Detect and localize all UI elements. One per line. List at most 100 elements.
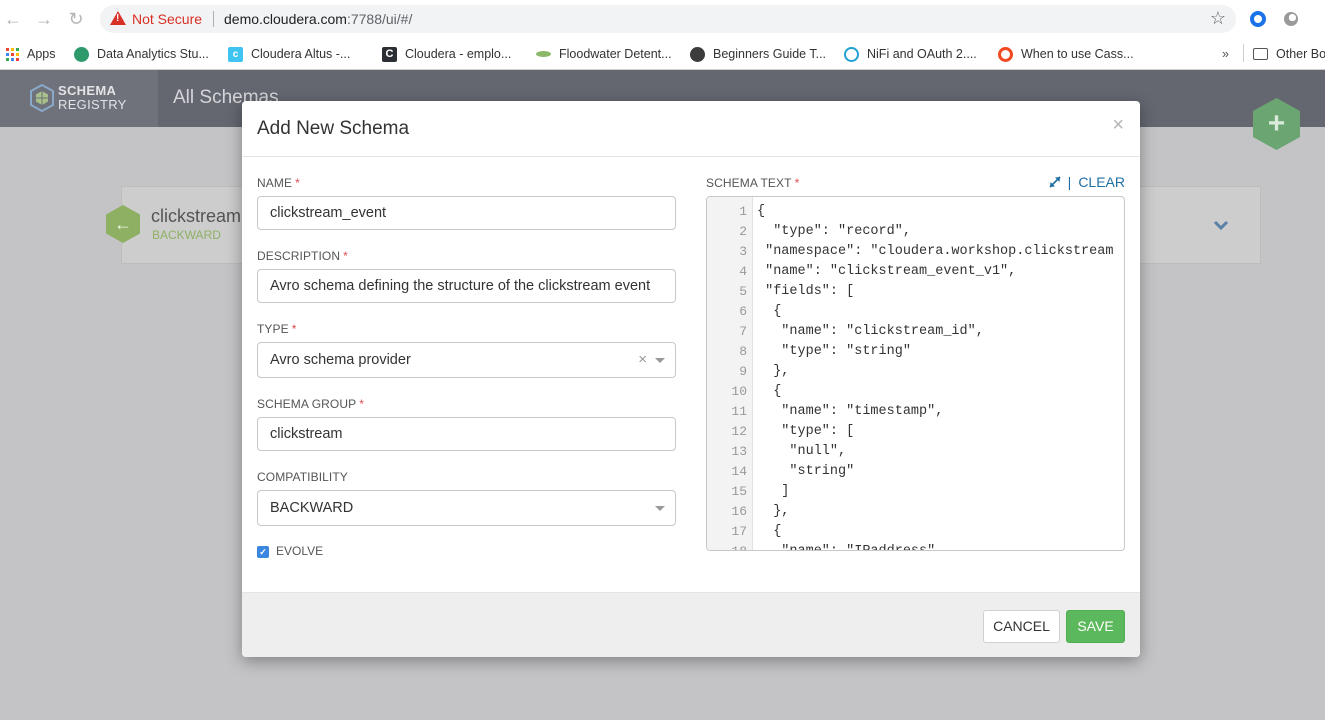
code-line[interactable]: 11 "name": "timestamp", (707, 402, 1124, 422)
code-line[interactable]: 7 "name": "clickstream_id", (707, 322, 1124, 342)
code-line[interactable]: 6 { (707, 302, 1124, 322)
bookmark-label: When to use Cass... (1021, 47, 1134, 61)
required-marker: * (794, 176, 800, 190)
code-line[interactable]: 1{ (707, 202, 1124, 222)
schema-group-input[interactable]: clickstream (257, 417, 676, 451)
code-text: "name": "IPaddress", (753, 542, 943, 550)
bookmark-label: Cloudera - emplo... (405, 47, 512, 61)
schema-card-name[interactable]: clickstream (151, 206, 241, 227)
bookmark-label: Cloudera Altus -... (251, 47, 351, 61)
compatibility-select[interactable]: BACKWARD (257, 490, 676, 526)
code-line[interactable]: 18 "name": "IPaddress", (707, 542, 1124, 550)
evolve-label[interactable]: EVOLVE (276, 544, 323, 558)
add-schema-modal: Add New Schema × NAME * clickstream_event… (242, 101, 1140, 657)
address-bar[interactable]: Not Secure demo.cloudera.com:7788/ui/#/ … (100, 5, 1236, 33)
brand-logo-area[interactable]: SCHEMA REGISTRY (0, 70, 158, 127)
bookmark-item[interactable]: When to use Cass... (998, 44, 1134, 64)
code-text: { (757, 204, 766, 219)
other-bookmarks[interactable]: Other Bo (1253, 44, 1325, 64)
dropdown-arrow-icon[interactable] (655, 506, 665, 511)
bookmarks-overflow-button[interactable]: » (1222, 44, 1229, 64)
bookmark-label: Beginners Guide T... (713, 47, 827, 61)
code-line[interactable]: 16 }, (707, 502, 1124, 522)
code-line[interactable]: 9 }, (707, 362, 1124, 382)
code-line[interactable]: 3 "namespace": "cloudera.workshop.clicks… (707, 242, 1124, 262)
forward-arrow-icon[interactable]: → (33, 8, 55, 30)
bookmark-item[interactable]: c Cloudera Altus -... (228, 44, 350, 64)
code-text: "type": "record", (757, 224, 911, 239)
code-line[interactable]: 14 "string" (707, 462, 1124, 482)
line-number: 12 (731, 424, 747, 439)
code-text: "name": "clickstream_id", (757, 324, 984, 339)
line-number: 17 (731, 524, 747, 539)
extension-ring-icon[interactable] (1250, 11, 1266, 27)
security-status[interactable]: Not Secure (132, 11, 202, 27)
back-arrow-icon[interactable]: ← (2, 8, 24, 30)
bookmarks-bar: Apps Data Analytics Stu... c Cloudera Al… (0, 38, 1325, 70)
compatibility-label: COMPATIBILITY (257, 470, 348, 484)
bookmark-apps[interactable]: Apps (6, 44, 56, 64)
code-line[interactable]: 2 "type": "record", (707, 222, 1124, 242)
line-number: 7 (739, 324, 747, 339)
code-text: "name": "timestamp", (757, 404, 944, 419)
extension-gray-icon[interactable] (1284, 12, 1298, 26)
bookmark-label: Floodwater Detent... (559, 47, 672, 61)
url-text[interactable]: demo.cloudera.com:7788/ui/#/ (224, 11, 412, 27)
label-text: SCHEMA GROUP (257, 397, 357, 411)
bookmark-item[interactable]: Beginners Guide T... (690, 44, 826, 64)
code-text: "type": [ (757, 424, 855, 439)
expand-icon[interactable] (1048, 175, 1062, 189)
save-button[interactable]: SAVE (1066, 610, 1125, 643)
name-input[interactable]: clickstream_event (257, 196, 676, 230)
address-separator (213, 11, 214, 27)
evolve-checkbox[interactable]: ✓ (257, 546, 269, 558)
dropdown-arrow-icon[interactable] (655, 358, 665, 363)
code-text: "fields": [ (757, 284, 855, 299)
bookmark-label: Other Bo (1276, 47, 1325, 61)
label-text: DESCRIPTION (257, 249, 341, 263)
description-input[interactable]: Avro schema defining the structure of th… (257, 269, 676, 303)
type-label: TYPE * (257, 322, 297, 336)
line-number: 1 (739, 204, 747, 219)
chevron-down-icon[interactable] (1212, 216, 1230, 234)
code-lines: 1{2 "type": "record", 3 "namespace": "clo… (707, 202, 1124, 550)
bookmarks-divider (1243, 44, 1244, 62)
clear-selection-icon[interactable]: × (638, 343, 647, 377)
bookmark-item[interactable]: Data Analytics Stu... (74, 44, 209, 64)
line-number: 14 (731, 464, 747, 479)
folder-icon (1253, 48, 1268, 60)
modal-footer: CANCEL SAVE (242, 592, 1140, 657)
line-number: 6 (739, 304, 747, 319)
close-icon[interactable]: × (1112, 115, 1124, 135)
code-line[interactable]: 8 "type": "string" (707, 342, 1124, 362)
code-line[interactable]: 4 "name": "clickstream_event_v1", (707, 262, 1124, 282)
bookmark-item[interactable]: C Cloudera - emplo... (382, 44, 511, 64)
code-text: }, (757, 504, 790, 519)
code-text: }, (757, 364, 790, 379)
code-line[interactable]: 17 { (707, 522, 1124, 542)
code-text: { (757, 304, 782, 319)
line-number: 15 (731, 484, 747, 499)
code-line[interactable]: 10 { (707, 382, 1124, 402)
bookmark-star-icon[interactable]: ☆ (1210, 8, 1226, 29)
required-marker: * (295, 176, 300, 190)
reload-icon[interactable]: ↻ (65, 8, 87, 30)
bookmark-item[interactable]: Floodwater Detent... (536, 44, 672, 64)
code-line[interactable]: 13 "null", (707, 442, 1124, 462)
clear-schema-link[interactable]: CLEAR (1078, 174, 1125, 190)
wordpress-icon (844, 46, 859, 62)
code-line[interactable]: 15 ] (707, 482, 1124, 502)
schema-text-editor[interactable]: 1{2 "type": "record", 3 "namespace": "clo… (706, 196, 1125, 551)
warning-icon (110, 11, 126, 25)
cancel-button[interactable]: CANCEL (983, 610, 1060, 643)
code-text: "type": "string" (757, 344, 911, 359)
schema-group-label: SCHEMA GROUP * (257, 397, 364, 411)
bookmark-item[interactable]: NiFi and OAuth 2.... (844, 44, 977, 64)
url-host: demo.cloudera.com (224, 11, 347, 27)
leaf-icon (536, 51, 551, 57)
code-line[interactable]: 12 "type": [ (707, 422, 1124, 442)
code-line[interactable]: 5 "fields": [ (707, 282, 1124, 302)
modal-header: Add New Schema × (242, 101, 1140, 157)
code-text: "string" (757, 464, 855, 479)
type-select[interactable]: Avro schema provider × (257, 342, 676, 378)
